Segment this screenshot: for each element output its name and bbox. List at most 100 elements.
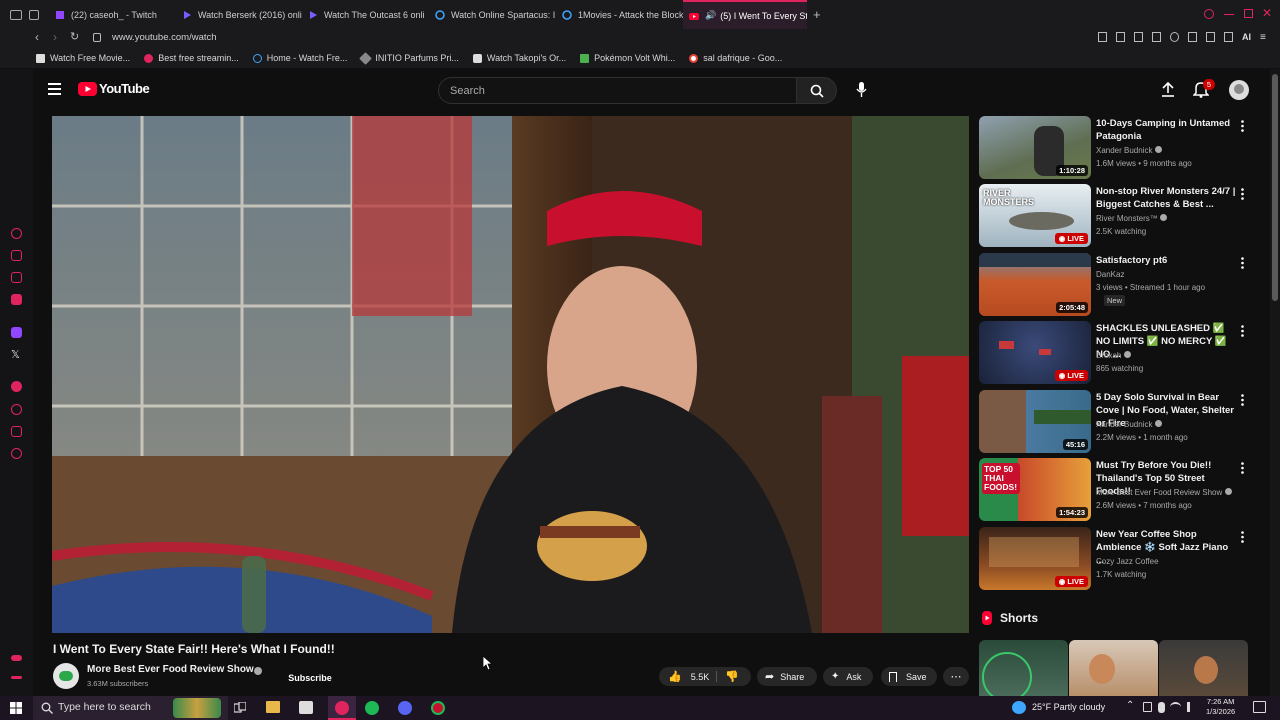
- bookmark-item[interactable]: INITIO Parfums Pri...: [359, 51, 459, 65]
- recommended-channel[interactable]: DanKaz: [1096, 270, 1124, 279]
- bookmark-item[interactable]: Home - Watch Fre...: [252, 53, 347, 63]
- thumbs-up-icon[interactable]: 👍: [668, 670, 682, 683]
- share-button[interactable]: ➦ Share: [757, 667, 817, 686]
- short-thumbnail[interactable]: [1069, 640, 1158, 696]
- recommended-channel[interactable]: River Monsters™: [1096, 214, 1168, 223]
- video-thumbnail[interactable]: ◉ LIVE: [979, 321, 1091, 384]
- music-icon[interactable]: [11, 381, 22, 392]
- thumbs-down-icon[interactable]: 👎: [725, 670, 739, 683]
- more-options-icon[interactable]: [1241, 461, 1244, 474]
- bookmark-item[interactable]: Watch Free Movie...: [36, 53, 130, 63]
- short-thumbnail[interactable]: [979, 640, 1068, 696]
- menu-icon[interactable]: ≡: [1260, 32, 1266, 43]
- twitch-sidebar-icon[interactable]: [11, 327, 22, 338]
- download-icon[interactable]: [1206, 32, 1215, 42]
- x-twitter-icon[interactable]: 𝕏: [11, 348, 20, 361]
- ask-button[interactable]: ✦ Ask: [823, 667, 873, 686]
- clock-icon[interactable]: [11, 404, 22, 415]
- close-window-icon[interactable]: ✕: [1262, 6, 1272, 20]
- recommended-title[interactable]: 10-Days Camping in Untamed Patagonia: [1096, 117, 1236, 143]
- more-options-icon[interactable]: [1241, 187, 1244, 200]
- more-options-icon[interactable]: [1241, 119, 1244, 132]
- upload-icon[interactable]: [1161, 82, 1175, 98]
- ai-button[interactable]: AI: [1242, 32, 1251, 43]
- notification-center-icon[interactable]: [1253, 701, 1266, 713]
- tab-twitch[interactable]: (22) caseoh_ - Twitch: [49, 0, 176, 29]
- settings-icon[interactable]: [11, 448, 22, 459]
- history-icon[interactable]: [11, 228, 22, 239]
- youtube-logo[interactable]: YouTube: [78, 81, 150, 96]
- scrollbar-thumb[interactable]: [1272, 74, 1278, 301]
- volume-icon[interactable]: [1187, 702, 1197, 712]
- recommended-video[interactable]: RIVER MONSTERS ◉ LIVE Non-stop River Mon…: [979, 184, 1259, 248]
- channel-name[interactable]: More Best Ever Food Review Show: [87, 664, 254, 675]
- taskbar-search-box[interactable]: Type here to search: [33, 696, 228, 720]
- video-player[interactable]: [52, 116, 969, 633]
- search-button[interactable]: [797, 77, 837, 104]
- search-tabs-icon[interactable]: [1204, 9, 1214, 19]
- discord-icon[interactable]: [398, 701, 412, 715]
- adblock-icon[interactable]: [1134, 32, 1143, 42]
- minimize-icon[interactable]: [1224, 14, 1234, 15]
- more-options-icon[interactable]: [1241, 256, 1244, 269]
- more-actions-icon[interactable]: ⋯: [943, 667, 969, 686]
- video-thumbnail[interactable]: TOP 50 THAI FOODS! 1:54:23: [979, 458, 1091, 521]
- bookmark-item[interactable]: sal dafrique - Goo...: [689, 53, 782, 63]
- tab-spartacus[interactable]: Watch Online Spartacus: I: [429, 0, 556, 29]
- more-options-icon[interactable]: [1241, 393, 1244, 406]
- bookmark-item[interactable]: Watch Takopi's Or...: [472, 53, 566, 63]
- more-options-icon[interactable]: [1241, 530, 1244, 543]
- bookmark-item[interactable]: Pokémon Volt Whi...: [580, 53, 675, 63]
- browser-taskbar-button[interactable]: [328, 696, 356, 720]
- weather-text[interactable]: 25°F Partly cloudy: [1032, 702, 1105, 712]
- tray-expand-icon[interactable]: ⌃: [1126, 700, 1134, 711]
- save-button[interactable]: Save: [881, 667, 937, 686]
- app-icon[interactable]: [431, 701, 445, 715]
- recommended-channel[interactable]: Xander Budnick: [1096, 420, 1162, 429]
- windows-start-icon[interactable]: [10, 702, 22, 714]
- more-icon[interactable]: [11, 676, 22, 679]
- extensions-panel-icon[interactable]: [11, 426, 22, 437]
- vpn-icon[interactable]: [1188, 32, 1197, 42]
- reload-icon[interactable]: ↻: [70, 30, 79, 43]
- recommended-video[interactable]: 1:10:28 10-Days Camping in Untamed Patag…: [979, 116, 1259, 180]
- video-thumbnail[interactable]: 1:10:28: [979, 116, 1091, 179]
- maximize-icon[interactable]: [1244, 9, 1253, 18]
- recommended-video[interactable]: 45:16 5 Day Solo Survival in Bear Cove |…: [979, 390, 1259, 454]
- audio-playing-icon[interactable]: 🔊: [705, 10, 716, 21]
- new-tab-button[interactable]: +: [813, 7, 821, 22]
- forward-icon[interactable]: ›: [53, 30, 57, 44]
- recommended-channel[interactable]: More Best Ever Food Review Show: [1096, 488, 1232, 497]
- recommended-video[interactable]: 2:05:48 Satisfactory pt6 DanKaz 3 views …: [979, 253, 1259, 317]
- sidebar-toggle-icon[interactable]: [11, 655, 22, 661]
- microphone-icon[interactable]: [856, 82, 867, 98]
- workspaces-icon[interactable]: [29, 9, 39, 20]
- screenshot-icon[interactable]: [1116, 32, 1125, 42]
- store-icon[interactable]: [299, 701, 313, 714]
- short-thumbnail[interactable]: [1159, 640, 1248, 696]
- tab-youtube-active[interactable]: 🔊 (5) I Went To Every Sta: [683, 0, 807, 29]
- video-thumbnail[interactable]: ◉ LIVE: [979, 527, 1091, 590]
- subscribe-button[interactable]: Subscribe: [280, 669, 340, 688]
- tab-manager-icon[interactable]: [10, 9, 22, 20]
- weather-icon[interactable]: [1012, 701, 1026, 714]
- video-thumbnail[interactable]: 45:16: [979, 390, 1091, 453]
- more-options-icon[interactable]: [1241, 324, 1244, 337]
- file-explorer-icon[interactable]: [266, 701, 280, 713]
- bookmark-icon[interactable]: [1098, 32, 1107, 42]
- video-thumbnail[interactable]: RIVER MONSTERS ◉ LIVE: [979, 184, 1091, 247]
- tab-1movies[interactable]: 1Movies - Attack the Block: [556, 0, 683, 29]
- extensions-icon[interactable]: [1224, 32, 1233, 42]
- search-input[interactable]: Search: [438, 77, 797, 104]
- recommended-video[interactable]: ◉ LIVE SHACKLES UNLEASHED ✅ NO LIMITS ✅ …: [979, 321, 1259, 385]
- clock[interactable]: 7:26 AM 1/3/2026: [1206, 697, 1235, 717]
- recommended-channel[interactable]: Cozy Jazz Coffee: [1096, 557, 1159, 566]
- menu-hamburger-icon[interactable]: [48, 83, 61, 95]
- wifi-icon[interactable]: [1170, 702, 1181, 712]
- recommended-video[interactable]: ◉ LIVE New Year Coffee Shop Ambience ❄️ …: [979, 527, 1259, 591]
- recommended-title[interactable]: Non-stop River Monsters 24/7 | Biggest C…: [1096, 185, 1236, 211]
- tab-outcast[interactable]: Watch The Outcast 6 onli: [302, 0, 429, 29]
- recommended-video[interactable]: TOP 50 THAI FOODS! 1:54:23 Must Try Befo…: [979, 458, 1259, 522]
- recommended-channel[interactable]: Xander Budnick: [1096, 146, 1162, 155]
- microphone-tray-icon[interactable]: [1158, 702, 1165, 713]
